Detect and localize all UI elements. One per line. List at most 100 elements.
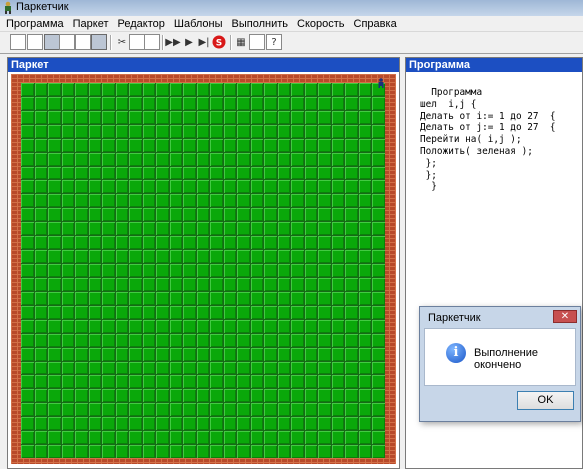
parquet-tile[interactable]	[196, 236, 210, 250]
parquet-tile[interactable]	[304, 83, 318, 96]
parquet-tile[interactable]	[304, 389, 318, 403]
parquet-tile[interactable]	[102, 305, 115, 319]
parquet-tile[interactable]	[264, 222, 277, 236]
parquet-tile[interactable]	[345, 403, 358, 417]
parquet-tile[interactable]	[196, 83, 210, 96]
parquet-tile[interactable]	[318, 83, 331, 96]
parquet-tile[interactable]	[331, 236, 345, 250]
parquet-tile[interactable]	[129, 347, 142, 361]
parquet-tile[interactable]	[61, 166, 75, 180]
program-code[interactable]: Программа шел i,j { Делать от i:= 1 до 2…	[420, 87, 555, 193]
parquet-tile[interactable]	[318, 445, 331, 458]
parquet-tile[interactable]	[129, 124, 142, 138]
parquet-tile[interactable]	[223, 110, 237, 124]
parquet-tile[interactable]	[237, 291, 250, 305]
parquet-tile[interactable]	[61, 305, 75, 319]
parquet-tile[interactable]	[210, 152, 223, 166]
parquet-tile[interactable]	[264, 361, 277, 375]
parquet-tile[interactable]	[156, 222, 169, 236]
parquet-tile[interactable]	[277, 96, 291, 110]
parquet-tile[interactable]	[372, 194, 385, 208]
parquet-tile[interactable]	[34, 236, 48, 250]
parquet-tile[interactable]	[156, 96, 169, 110]
parquet-tile[interactable]	[210, 319, 223, 333]
parquet-tile[interactable]	[21, 361, 34, 375]
parquet-tile[interactable]	[223, 291, 237, 305]
menu-run[interactable]: Выполнить	[232, 18, 288, 30]
parquet-tile[interactable]	[277, 417, 291, 431]
run-icon[interactable]: ▶▶	[165, 34, 181, 50]
parquet-tile[interactable]	[304, 375, 318, 389]
parquet-tile[interactable]	[75, 208, 88, 222]
parquet-tile[interactable]	[48, 333, 61, 347]
parquet-tile[interactable]	[358, 180, 372, 194]
parquet-tile[interactable]	[237, 389, 250, 403]
parquet-tile[interactable]	[21, 166, 34, 180]
parquet-tile[interactable]	[318, 347, 331, 361]
parquet-tile[interactable]	[237, 166, 250, 180]
parquet-tile[interactable]	[291, 194, 304, 208]
menu-program[interactable]: Программа	[6, 18, 64, 30]
parquet-tile[interactable]	[142, 222, 156, 236]
parquet-tile[interactable]	[277, 319, 291, 333]
parquet-tile[interactable]	[304, 403, 318, 417]
parquet-tile[interactable]	[345, 194, 358, 208]
parquet-tile[interactable]	[115, 180, 129, 194]
parquet-tile[interactable]	[169, 417, 183, 431]
open-parquet-icon[interactable]	[75, 34, 91, 50]
parquet-tile[interactable]	[345, 236, 358, 250]
parquet-tile[interactable]	[21, 347, 34, 361]
parquet-tile[interactable]	[169, 361, 183, 375]
parquet-tile[interactable]	[34, 250, 48, 264]
parquet-tile[interactable]	[250, 291, 264, 305]
parquet-tile[interactable]	[183, 333, 196, 347]
parquet-tile[interactable]	[88, 333, 102, 347]
parquet-tile[interactable]	[304, 291, 318, 305]
parquet-tile[interactable]	[210, 445, 223, 458]
parquet-tile[interactable]	[277, 124, 291, 138]
parquet-tile[interactable]	[358, 319, 372, 333]
parquet-tile[interactable]	[102, 333, 115, 347]
parquet-tile[interactable]	[102, 417, 115, 431]
parquet-tile[interactable]	[318, 264, 331, 277]
parquet-tile[interactable]	[291, 110, 304, 124]
parquet-tile[interactable]	[223, 83, 237, 96]
parquet-tile[interactable]	[277, 152, 291, 166]
parquet-tile[interactable]	[88, 96, 102, 110]
parquet-tile[interactable]	[196, 96, 210, 110]
parquet-tile[interactable]	[291, 333, 304, 347]
parquet-tile[interactable]	[304, 110, 318, 124]
parquet-tile[interactable]	[210, 333, 223, 347]
parquet-tile[interactable]	[291, 361, 304, 375]
parquet-tile[interactable]	[88, 194, 102, 208]
parquet-tile[interactable]	[345, 264, 358, 277]
parquet-tile[interactable]	[142, 347, 156, 361]
parquet-tile[interactable]	[88, 208, 102, 222]
parquet-tile[interactable]	[237, 403, 250, 417]
parquet-tile[interactable]	[183, 431, 196, 445]
parquet-tile[interactable]	[48, 305, 61, 319]
parquet-tile[interactable]	[142, 180, 156, 194]
parquet-tile[interactable]	[264, 138, 277, 152]
parquet-tile[interactable]	[237, 236, 250, 250]
parquet-tile[interactable]	[291, 291, 304, 305]
parquet-tile[interactable]	[142, 250, 156, 264]
parquet-tile[interactable]	[48, 110, 61, 124]
parquet-tile[interactable]	[48, 417, 61, 431]
parquet-tile[interactable]	[129, 375, 142, 389]
parquet-tile[interactable]	[183, 110, 196, 124]
parquet-tile[interactable]	[156, 347, 169, 361]
parquet-tile[interactable]	[142, 333, 156, 347]
parquet-tile[interactable]	[21, 417, 34, 431]
parquet-tile[interactable]	[75, 361, 88, 375]
parquet-tile[interactable]	[34, 291, 48, 305]
parquet-tile[interactable]	[102, 166, 115, 180]
parquet-tile[interactable]	[250, 110, 264, 124]
parquet-tile[interactable]	[142, 194, 156, 208]
parquet-tile[interactable]	[88, 361, 102, 375]
parquet-tile[interactable]	[210, 305, 223, 319]
parquet-tile[interactable]	[48, 180, 61, 194]
parquet-tile[interactable]	[264, 208, 277, 222]
parquet-tile[interactable]	[102, 403, 115, 417]
parquet-tile[interactable]	[210, 236, 223, 250]
